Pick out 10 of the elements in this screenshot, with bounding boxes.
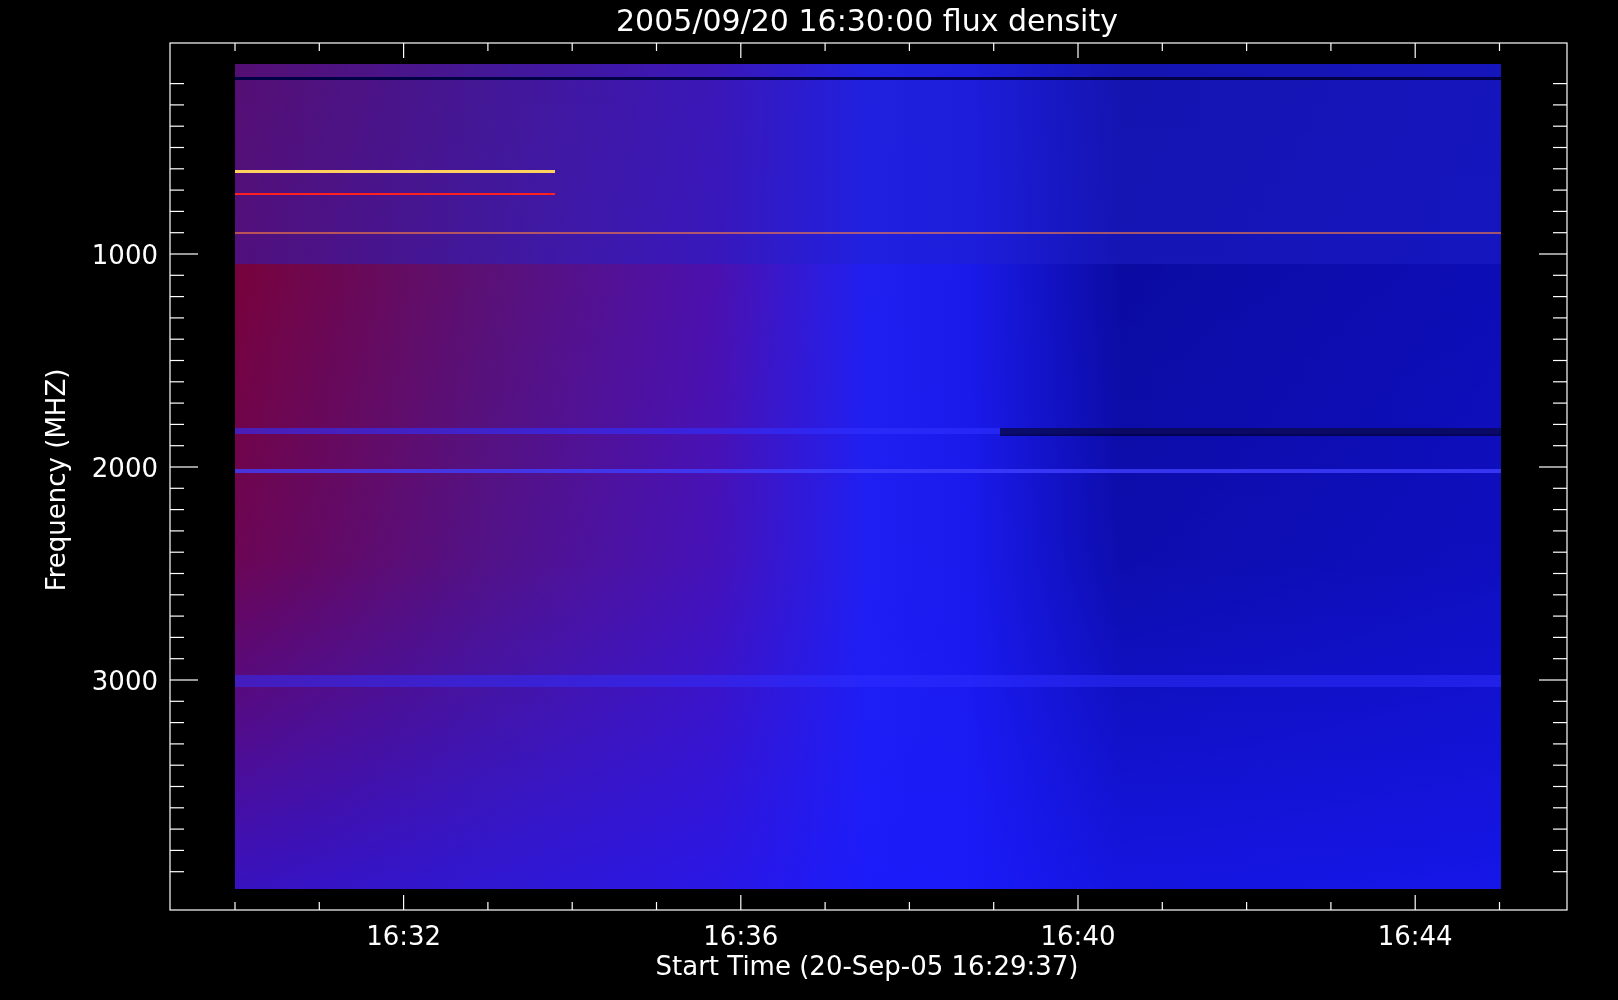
chart-title: 2005/09/20 16:30:00 flux density xyxy=(616,3,1118,38)
y-tick-label: 1000 xyxy=(91,240,158,270)
x-tick-label: 16:32 xyxy=(366,921,442,951)
x-tick-label: 16:44 xyxy=(1377,921,1453,951)
y-tick-label: 3000 xyxy=(91,666,158,696)
y-tick-label: 2000 xyxy=(91,453,158,483)
x-tick-label: 16:40 xyxy=(1040,921,1116,951)
x-axis-label: Start Time (20-Sep-05 16:29:37) xyxy=(655,951,1079,981)
y-axis-label: Frequency (MHZ) xyxy=(41,368,71,592)
x-tick-label: 16:36 xyxy=(703,921,779,951)
